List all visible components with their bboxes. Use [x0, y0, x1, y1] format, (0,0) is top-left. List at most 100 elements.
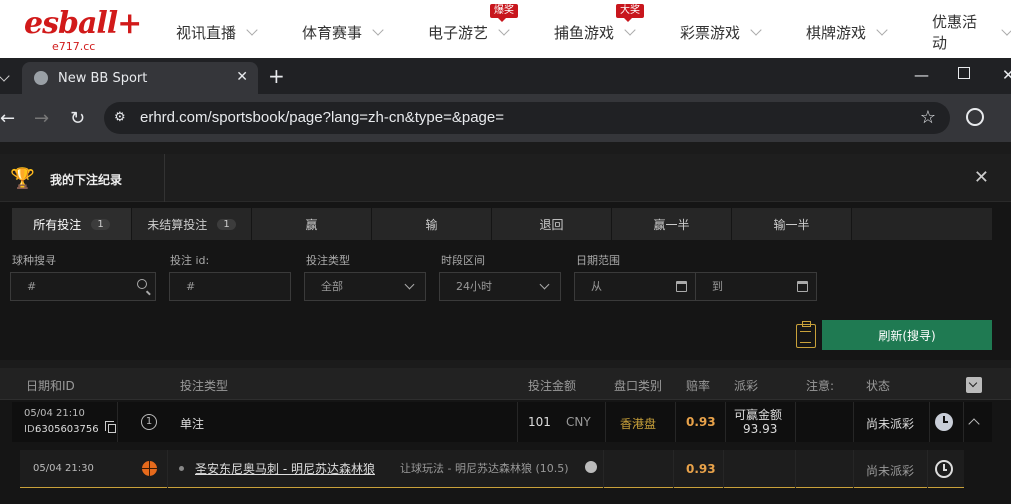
site-logo[interactable]: esball+ e717.cc — [24, 6, 142, 56]
nav-label: 优惠活动 — [932, 14, 978, 52]
period-select[interactable]: 24小时 — [439, 272, 561, 301]
date-range-label: 日期范围 — [576, 254, 620, 267]
calendar-icon[interactable] — [676, 281, 687, 292]
browser-tab[interactable]: New BB Sport ✕ — [22, 62, 258, 94]
date-to-input[interactable]: 到 — [695, 272, 817, 301]
close-icon[interactable]: ✕ — [974, 167, 989, 188]
tab-search-chevron-icon[interactable] — [0, 70, 10, 82]
chevron-down-icon — [624, 24, 636, 36]
col-odds-type: 盘口类别 — [614, 379, 663, 393]
nav-label: 视讯直播 — [176, 24, 237, 42]
col-odds: 赔率 — [686, 379, 711, 393]
bet-id-label: 投注 id: — [170, 254, 210, 267]
chevron-down-icon — [1001, 24, 1011, 36]
url-text: erhrd.com/sportsbook/page?lang=zh-cn&typ… — [140, 109, 504, 126]
col-bet-type: 投注类型 — [180, 379, 229, 393]
maximize-icon[interactable] — [958, 67, 970, 79]
minimize-icon[interactable]: — — [914, 66, 929, 84]
logo-domain: e717.cc — [52, 40, 96, 53]
nav-label: 彩票游戏 — [680, 24, 741, 42]
tab-unsettled[interactable]: 未结算投注 1 — [132, 208, 252, 240]
profile-icon[interactable] — [966, 108, 984, 126]
nav-sports[interactable]: 体育赛事 — [302, 22, 384, 42]
sport-search-label: 球种搜寻 — [12, 254, 56, 267]
tab-half-lost[interactable]: 输一半 — [732, 208, 852, 240]
tab-label: 未结算投注 — [147, 217, 208, 232]
input-placeholder: # — [27, 280, 37, 293]
bookmark-star-icon[interactable]: ☆ — [920, 107, 936, 128]
bet-type-select[interactable]: 全部 — [304, 272, 426, 301]
tab-all-bets[interactable]: 所有投注 1 — [12, 208, 132, 240]
bet-filter-tabs: 所有投注 1 未结算投注 1 赢 输 退回 赢一半 输一半 — [12, 208, 992, 240]
globe-icon — [34, 71, 48, 85]
input-placeholder: # — [186, 280, 196, 293]
close-tab-icon[interactable]: ✕ — [236, 69, 248, 85]
sport-search-input[interactable]: # — [10, 272, 156, 301]
nav-live-video[interactable]: 视讯直播 — [176, 22, 258, 42]
tab-title: New BB Sport — [58, 70, 148, 86]
chevron-down-icon — [750, 24, 762, 36]
browser-toolbar: ← → ↻ ⚙ erhrd.com/sportsbook/page?lang=z… — [0, 94, 1011, 142]
input-placeholder: 从 — [591, 280, 602, 293]
page-gap — [0, 142, 1011, 154]
chevron-up-icon[interactable] — [968, 418, 980, 430]
site-header: esball+ e717.cc 视讯直播 体育赛事 电子游艺 爆奖 捕鱼游戏 大… — [0, 0, 1011, 58]
tab-refunded[interactable]: 退回 — [492, 208, 612, 240]
tab-label: 输一半 — [773, 217, 810, 232]
chevron-down-icon — [498, 24, 510, 36]
refresh-search-button[interactable]: 刷新(搜寻) — [822, 320, 992, 350]
clipboard-icon[interactable] — [796, 321, 816, 348]
select-value: 24小时 — [456, 280, 492, 293]
nav-promotions[interactable]: 优惠活动 — [932, 14, 1011, 52]
col-status: 状态 — [866, 379, 891, 393]
table-gap — [0, 360, 1011, 368]
nav-badge-bigprize: 大奖 — [616, 4, 644, 22]
search-icon[interactable] — [137, 279, 147, 289]
tab-label: 所有投注 — [33, 217, 82, 232]
nav-fishing[interactable]: 捕鱼游戏 — [554, 22, 636, 42]
header-divider — [164, 154, 165, 202]
chevron-down-icon — [372, 24, 384, 36]
reload-icon[interactable]: ↻ — [70, 108, 85, 129]
nav-label: 棋牌游戏 — [806, 24, 867, 42]
nav-slots[interactable]: 电子游艺 — [428, 22, 510, 42]
tab-half-won[interactable]: 赢一半 — [612, 208, 732, 240]
bet-id-input[interactable]: # — [169, 272, 291, 301]
close-window-icon[interactable]: ✕ — [1002, 66, 1011, 84]
address-bar[interactable]: ⚙ erhrd.com/sportsbook/page?lang=zh-cn&t… — [104, 102, 950, 134]
logo-text: esball+ — [24, 6, 142, 41]
nav-cards[interactable]: 棋牌游戏 — [806, 22, 888, 42]
new-tab-button[interactable]: + — [268, 64, 285, 88]
site-info-icon[interactable]: ⚙ — [114, 110, 130, 126]
back-arrow-icon[interactable]: ← — [0, 108, 15, 129]
chevron-down-icon — [246, 24, 258, 36]
date-from-input[interactable]: 从 — [574, 272, 696, 301]
tab-label: 赢一半 — [653, 217, 690, 232]
browser-tab-bar: New BB Sport ✕ + — ✕ — [0, 58, 1011, 94]
bet-record-header: 🏆 我的下注纪录 ✕ — [0, 154, 1011, 202]
calendar-icon[interactable] — [797, 281, 808, 292]
cell-leg-status — [20, 450, 928, 488]
tab-label: 退回 — [539, 217, 564, 232]
bet-type-label: 投注类型 — [306, 254, 350, 267]
chevron-down-icon — [404, 279, 415, 290]
tab-label: 赢 — [305, 217, 318, 232]
tab-won[interactable]: 赢 — [252, 208, 372, 240]
table-header: 日期和ID 投注类型 投注金额 盘口类别 赔率 派彩 注意: 状态 — [0, 368, 1011, 400]
col-payout: 派彩 — [734, 379, 759, 393]
collapse-all-toggle[interactable] — [966, 377, 982, 393]
trophy-icon: 🏆 — [10, 166, 35, 190]
select-value: 全部 — [321, 280, 343, 293]
forward-arrow-icon[interactable]: → — [34, 108, 49, 129]
nav-lottery[interactable]: 彩票游戏 — [680, 22, 762, 42]
clock-icon — [935, 460, 953, 478]
tab-lost[interactable]: 输 — [372, 208, 492, 240]
nav-label: 捕鱼游戏 — [554, 24, 615, 42]
col-note: 注意: — [806, 379, 835, 393]
panel-title: 我的下注纪录 — [50, 173, 123, 187]
tab-count: 1 — [217, 218, 236, 230]
table-row[interactable]: 05/04 21:10 ID: 6305603756 1 单注 101 CNY … — [12, 402, 992, 442]
chevron-down-icon — [539, 279, 550, 290]
input-placeholder: 到 — [712, 280, 723, 293]
cell-clock — [12, 402, 964, 442]
